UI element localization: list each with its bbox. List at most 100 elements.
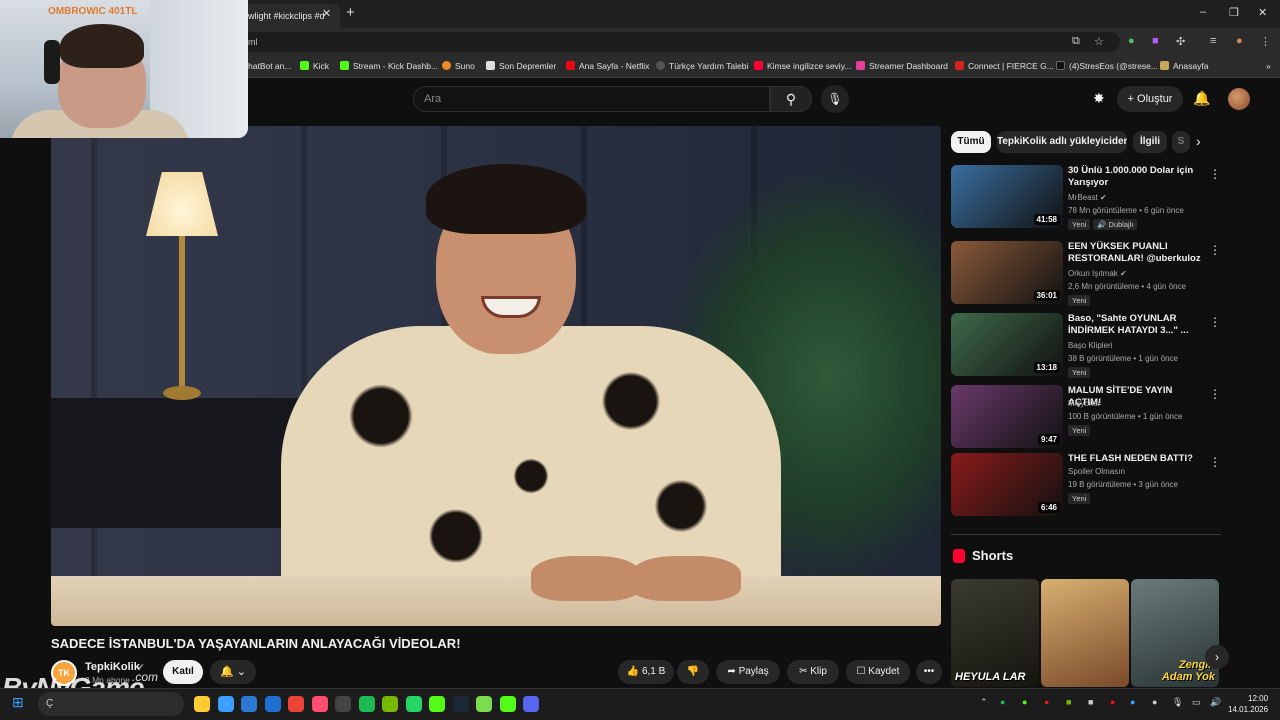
share-button[interactable]: ➦ Paylaş [716,660,780,684]
profile-icon[interactable]: ● [1236,35,1243,47]
bookmark-item[interactable]: Suno [442,61,475,71]
recommended-channel-name[interactable]: Orkun Işıtmak ✔ [1068,269,1127,278]
bookmark-item[interactable]: Son Depremler [486,61,556,71]
chip-all[interactable]: Tümü [951,131,991,153]
recommended-video[interactable]: 9:47 MALUM SİTE'DE YAYIN AÇTIM! Misyoner 1… [951,385,1221,449]
chip-related[interactable]: İlgili [1133,131,1167,153]
taskbar-app-icon[interactable] [452,696,469,712]
join-button[interactable]: Katıl [163,660,203,684]
bookmark-item[interactable]: Ana Sayfa - Netflix [566,61,649,71]
more-options-icon[interactable]: ⋮ [1209,167,1221,181]
tab-close-icon[interactable]: ✕ [322,7,331,20]
dislike-button[interactable]: 👎 [677,660,709,684]
recommended-video-title[interactable]: 30 Ünlü 1.000.000 Dolar için Yarışıyor [1068,165,1203,189]
recommended-channel-name[interactable]: Misyoner [1068,399,1100,408]
taskbar-app-icon[interactable] [241,696,257,712]
taskbar-app-icon[interactable] [358,696,375,712]
clip-button[interactable]: ✂ Klip [787,660,839,684]
bookmark-item[interactable]: (4)StresEos (@strese... [1056,61,1158,71]
address-input[interactable]: ml [240,32,1120,52]
account-avatar[interactable] [1228,88,1250,110]
extension-icon[interactable]: ● [1128,35,1135,47]
more-options-icon[interactable]: ⋮ [1209,455,1221,469]
new-tab-button[interactable]: + [346,4,355,21]
recommended-video-title[interactable]: THE FLASH NEDEN BATTI? [1068,453,1203,465]
taskbar-app-icon[interactable] [429,696,445,712]
taskbar-app-icon[interactable] [382,696,398,712]
bookmark-star-icon[interactable]: ☆ [1094,35,1104,48]
extensions-puzzle-icon[interactable]: ✣ [1176,35,1185,48]
short-item[interactable] [1041,579,1129,687]
video-thumbnail[interactable]: 6:46 [951,453,1063,516]
bookmark-item[interactable]: Connect | FIERCE G... [955,61,1054,71]
like-button[interactable]: 👍 6,1 B [618,660,674,684]
microphone-icon[interactable]: 🎙 [1172,697,1183,708]
taskbar-app-icon[interactable] [311,696,328,712]
reading-list-icon[interactable]: ≡ [1210,35,1216,47]
tray-record-icon[interactable]: ● [1110,697,1115,707]
tray-app-icon[interactable]: ● [1044,697,1049,707]
close-window-button[interactable]: ✕ [1258,6,1267,19]
recommended-channel-name[interactable]: MrBeast ✔ [1068,193,1107,202]
taskbar-app-icon[interactable] [523,696,539,712]
tray-app-icon[interactable]: ● [1130,697,1135,707]
chip-partial[interactable]: S [1172,131,1190,153]
taskbar-clock[interactable]: 12:00 14.01.2026 [1228,693,1268,715]
extension-icon[interactable]: ■ [1152,35,1159,47]
voice-search-button[interactable]: 🎙 [821,85,849,113]
taskbar-app-icon[interactable] [194,696,210,712]
recommended-video[interactable]: 36:01 EEN YÜKSEK PUANLI RESTORANLAR! @ube… [951,241,1221,306]
short-item[interactable]: HEYULA LAR [951,579,1039,687]
tray-chevron-icon[interactable]: ⌃ [980,697,988,708]
windows-start-icon[interactable]: ⊞ [12,694,24,711]
short-item[interactable]: Zengin Adam Yok [1131,579,1219,687]
more-actions-button[interactable]: ••• [916,660,942,684]
recommended-video-title[interactable]: EEN YÜKSEK PUANLI RESTORANLAR! @uberkulo… [1068,241,1203,265]
volume-icon[interactable]: 🔊 [1210,697,1221,708]
shorts-next-button[interactable]: › [1205,645,1229,669]
taskbar-app-icon[interactable] [476,696,492,712]
recommended-channel-name[interactable]: Başo Klipleri [1068,341,1112,350]
tray-app-icon[interactable]: ■ [1088,697,1093,707]
taskbar-app-icon[interactable] [288,696,304,712]
tray-app-icon[interactable]: ● [1000,697,1005,707]
tray-app-icon[interactable]: ● [1152,697,1157,707]
maximize-button[interactable]: ❐ [1229,6,1239,19]
video-thumbnail[interactable]: 13:18 [951,313,1063,376]
browser-menu-icon[interactable]: ⋮ [1260,35,1271,48]
bookmark-item[interactable]: Streamer Dashboard [856,61,948,71]
video-thumbnail[interactable]: 36:01 [951,241,1063,304]
create-button[interactable]: + Oluştur [1117,86,1183,112]
network-icon[interactable]: ▭ [1192,697,1201,708]
taskbar-app-icon[interactable] [499,696,516,712]
more-options-icon[interactable]: ⋮ [1209,315,1221,329]
bookmark-item[interactable]: hatBot an... [248,61,291,71]
more-options-icon[interactable]: ⋮ [1209,243,1221,257]
search-button[interactable]: ⚲ [770,86,812,112]
bookmark-item[interactable]: Anasayfa [1160,61,1208,71]
install-app-icon[interactable]: ⧉ [1072,35,1080,48]
more-bookmarks-icon[interactable]: » [1266,61,1271,71]
taskbar-app-icon[interactable] [335,696,351,712]
taskbar-app-icon[interactable] [264,696,281,712]
video-thumbnail[interactable]: 41:58 [951,165,1063,228]
search-input[interactable]: Ara [413,86,770,112]
extension-clapper-icon[interactable]: ✸ [1093,90,1105,107]
taskbar-app-icon[interactable] [217,696,234,712]
recommended-video[interactable]: 41:58 30 Ünlü 1.000.000 Dolar için Yarışı… [951,165,1221,230]
notifications-bell-icon[interactable]: 🔔 [1193,90,1210,107]
tray-app-icon[interactable]: ● [1022,697,1027,707]
subscription-bell-button[interactable]: 🔔 ⌄ [210,660,256,684]
bookmark-item[interactable]: Kimse ingilizce seviy... [754,61,851,71]
chevron-right-icon[interactable]: › [1196,133,1201,149]
video-thumbnail[interactable]: 9:47 [951,385,1063,448]
save-button[interactable]: ☐ Kaydet [846,660,910,684]
recommended-channel-name[interactable]: Spoiler Olmasın [1068,467,1125,476]
taskbar-app-icon[interactable] [405,696,422,712]
minimize-button[interactable]: – [1200,6,1206,18]
video-player[interactable] [51,126,941,626]
recommended-video-title[interactable]: Baso, "Sahte OYUNLAR İNDİRMEK HATAYDI 3.… [1068,313,1203,337]
recommended-video[interactable]: 6:46 THE FLASH NEDEN BATTI? Spoiler Olması… [951,453,1221,517]
more-options-icon[interactable]: ⋮ [1209,387,1221,401]
bookmark-item[interactable]: Türkçe Yardım Talebi [656,61,748,71]
